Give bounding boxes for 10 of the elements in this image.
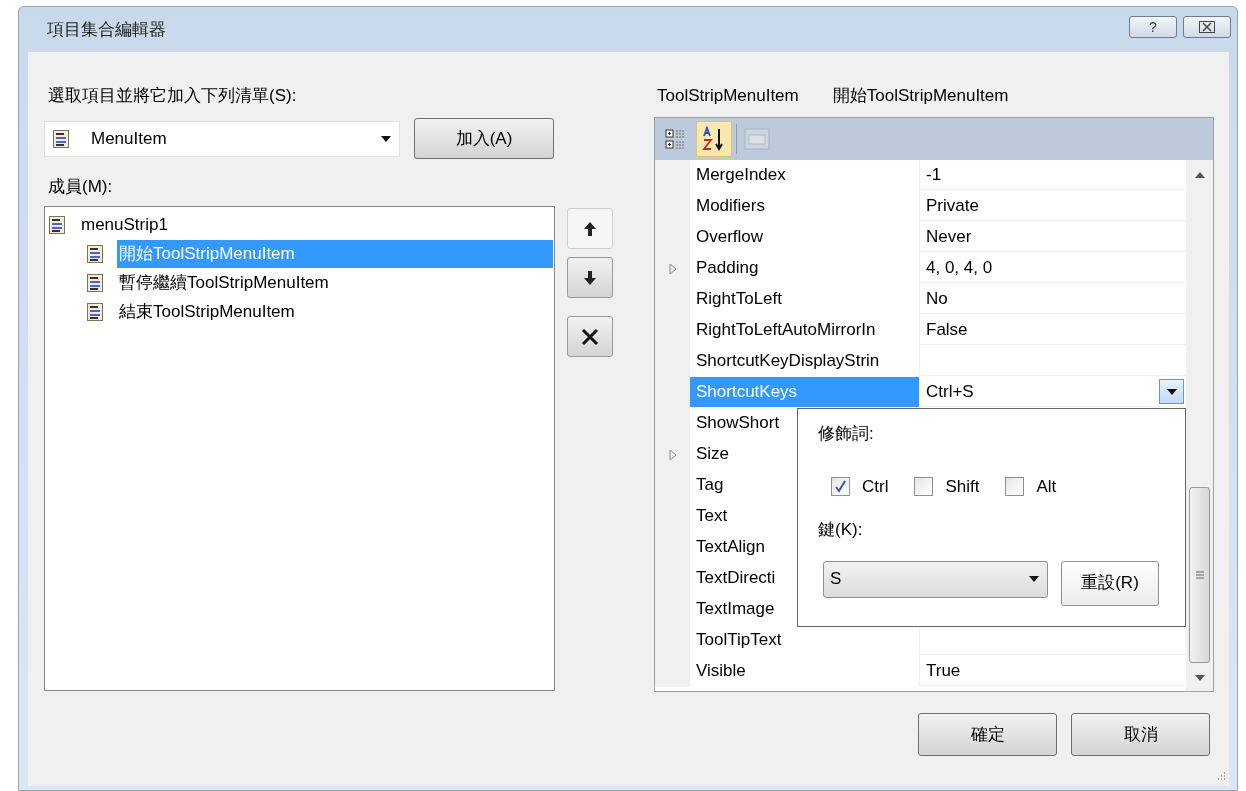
window-title: 項目集合編輯器 [47,18,166,41]
members-label: 成員(M): [47,176,114,198]
key-label: 鍵(K): [818,519,864,541]
object-name-label: 開始ToolStripMenuItem [832,85,1009,108]
modifiers-label: 修飾詞: [818,423,875,445]
add-label: 選取項目並將它加入下列清單(S): [47,85,298,107]
modifier-label: Ctrl [862,475,889,498]
modifier-label: Shift [945,475,980,498]
object-type-label: ToolStripMenuItem [657,85,799,108]
modifier-label: Alt [1036,475,1057,498]
